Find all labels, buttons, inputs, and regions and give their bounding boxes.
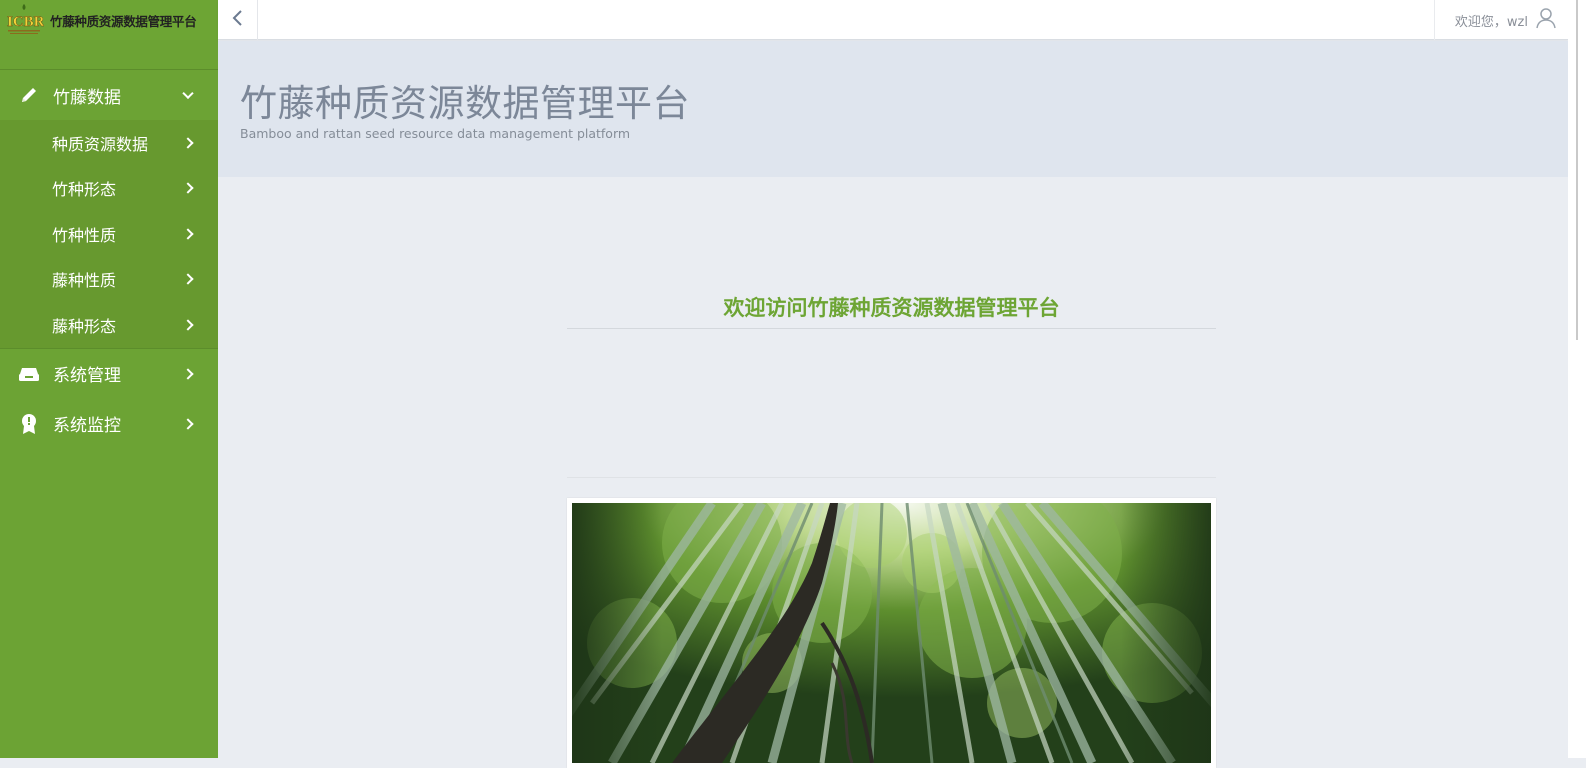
chevron-right-icon bbox=[182, 273, 194, 285]
brand[interactable]: ICBR 竹藤种质资源数据管理平台 bbox=[0, 0, 218, 40]
sidebar-item-system-monitor[interactable]: 系统监控 bbox=[0, 399, 218, 449]
sidebar: ICBR 竹藤种质资源数据管理平台 竹藤数据 种质资源数据 竹种形态 竹种性质 … bbox=[0, 0, 218, 758]
divider bbox=[567, 477, 1216, 478]
sidebar-item-label: 竹藤数据 bbox=[53, 87, 121, 108]
page-subtitle: Bamboo and rattan seed resource data man… bbox=[240, 126, 631, 141]
svg-text:ICBR: ICBR bbox=[7, 14, 44, 30]
sidebar-item-label: 系统监控 bbox=[53, 416, 121, 436]
chevron-right-icon bbox=[182, 319, 194, 331]
sidebar-subitem-rattan-properties[interactable]: 藤种性质 bbox=[0, 257, 218, 303]
nav-group-bamboo-data: 竹藤数据 种质资源数据 竹种形态 竹种性质 藤种性质 藤种形态 bbox=[0, 70, 218, 349]
chevron-left-icon bbox=[231, 10, 245, 30]
chevron-right-icon bbox=[182, 417, 194, 430]
scrollbar-thumb[interactable] bbox=[1576, 0, 1578, 340]
bamboo-forest-image bbox=[572, 503, 1211, 763]
chevron-right-icon bbox=[182, 228, 194, 240]
pencil-icon bbox=[18, 84, 40, 106]
chevron-down-icon bbox=[182, 87, 194, 100]
badge-icon bbox=[18, 413, 40, 435]
sidebar-item-label: 系统管理 bbox=[53, 366, 121, 386]
welcome-panel: 欢迎访问竹藤种质资源数据管理平台 bbox=[567, 280, 1216, 329]
sidebar-item-bamboo-data[interactable]: 竹藤数据 bbox=[0, 70, 218, 120]
user-icon bbox=[1536, 7, 1556, 33]
vertical-scrollbar[interactable] bbox=[1568, 0, 1586, 758]
sidebar-subitem-germplasm-data[interactable]: 种质资源数据 bbox=[0, 120, 218, 166]
user-menu[interactable]: 欢迎您，wzl bbox=[1433, 0, 1568, 40]
welcome-user-text: 欢迎您，wzl bbox=[1454, 14, 1528, 30]
chevron-right-icon bbox=[182, 367, 194, 380]
top-navbar: 欢迎您，wzl bbox=[218, 0, 1568, 40]
sidebar-subitem-bamboo-properties[interactable]: 竹种性质 bbox=[0, 211, 218, 257]
welcome-heading: 欢迎访问竹藤种质资源数据管理平台 bbox=[567, 292, 1216, 329]
bamboo-photo-frame bbox=[567, 498, 1216, 768]
chevron-right-icon bbox=[182, 182, 194, 194]
page-title: 竹藤种质资源数据管理平台 bbox=[240, 82, 690, 125]
logo: ICBR bbox=[4, 2, 45, 38]
submenu-bamboo-data: 种质资源数据 竹种形态 竹种性质 藤种性质 藤种形态 bbox=[0, 120, 218, 349]
sidebar-toggle-button[interactable] bbox=[218, 0, 258, 40]
sidebar-subitem-rattan-morphology[interactable]: 藤种形态 bbox=[0, 302, 218, 348]
brand-title: 竹藤种质资源数据管理平台 bbox=[50, 13, 197, 29]
sidebar-item-system-management[interactable]: 系统管理 bbox=[0, 349, 218, 399]
drawer-icon bbox=[18, 363, 40, 385]
chevron-right-icon bbox=[182, 137, 194, 149]
sidebar-subitem-bamboo-morphology[interactable]: 竹种形态 bbox=[0, 166, 218, 212]
page-header: 竹藤种质资源数据管理平台 Bamboo and rattan seed reso… bbox=[218, 41, 1568, 177]
